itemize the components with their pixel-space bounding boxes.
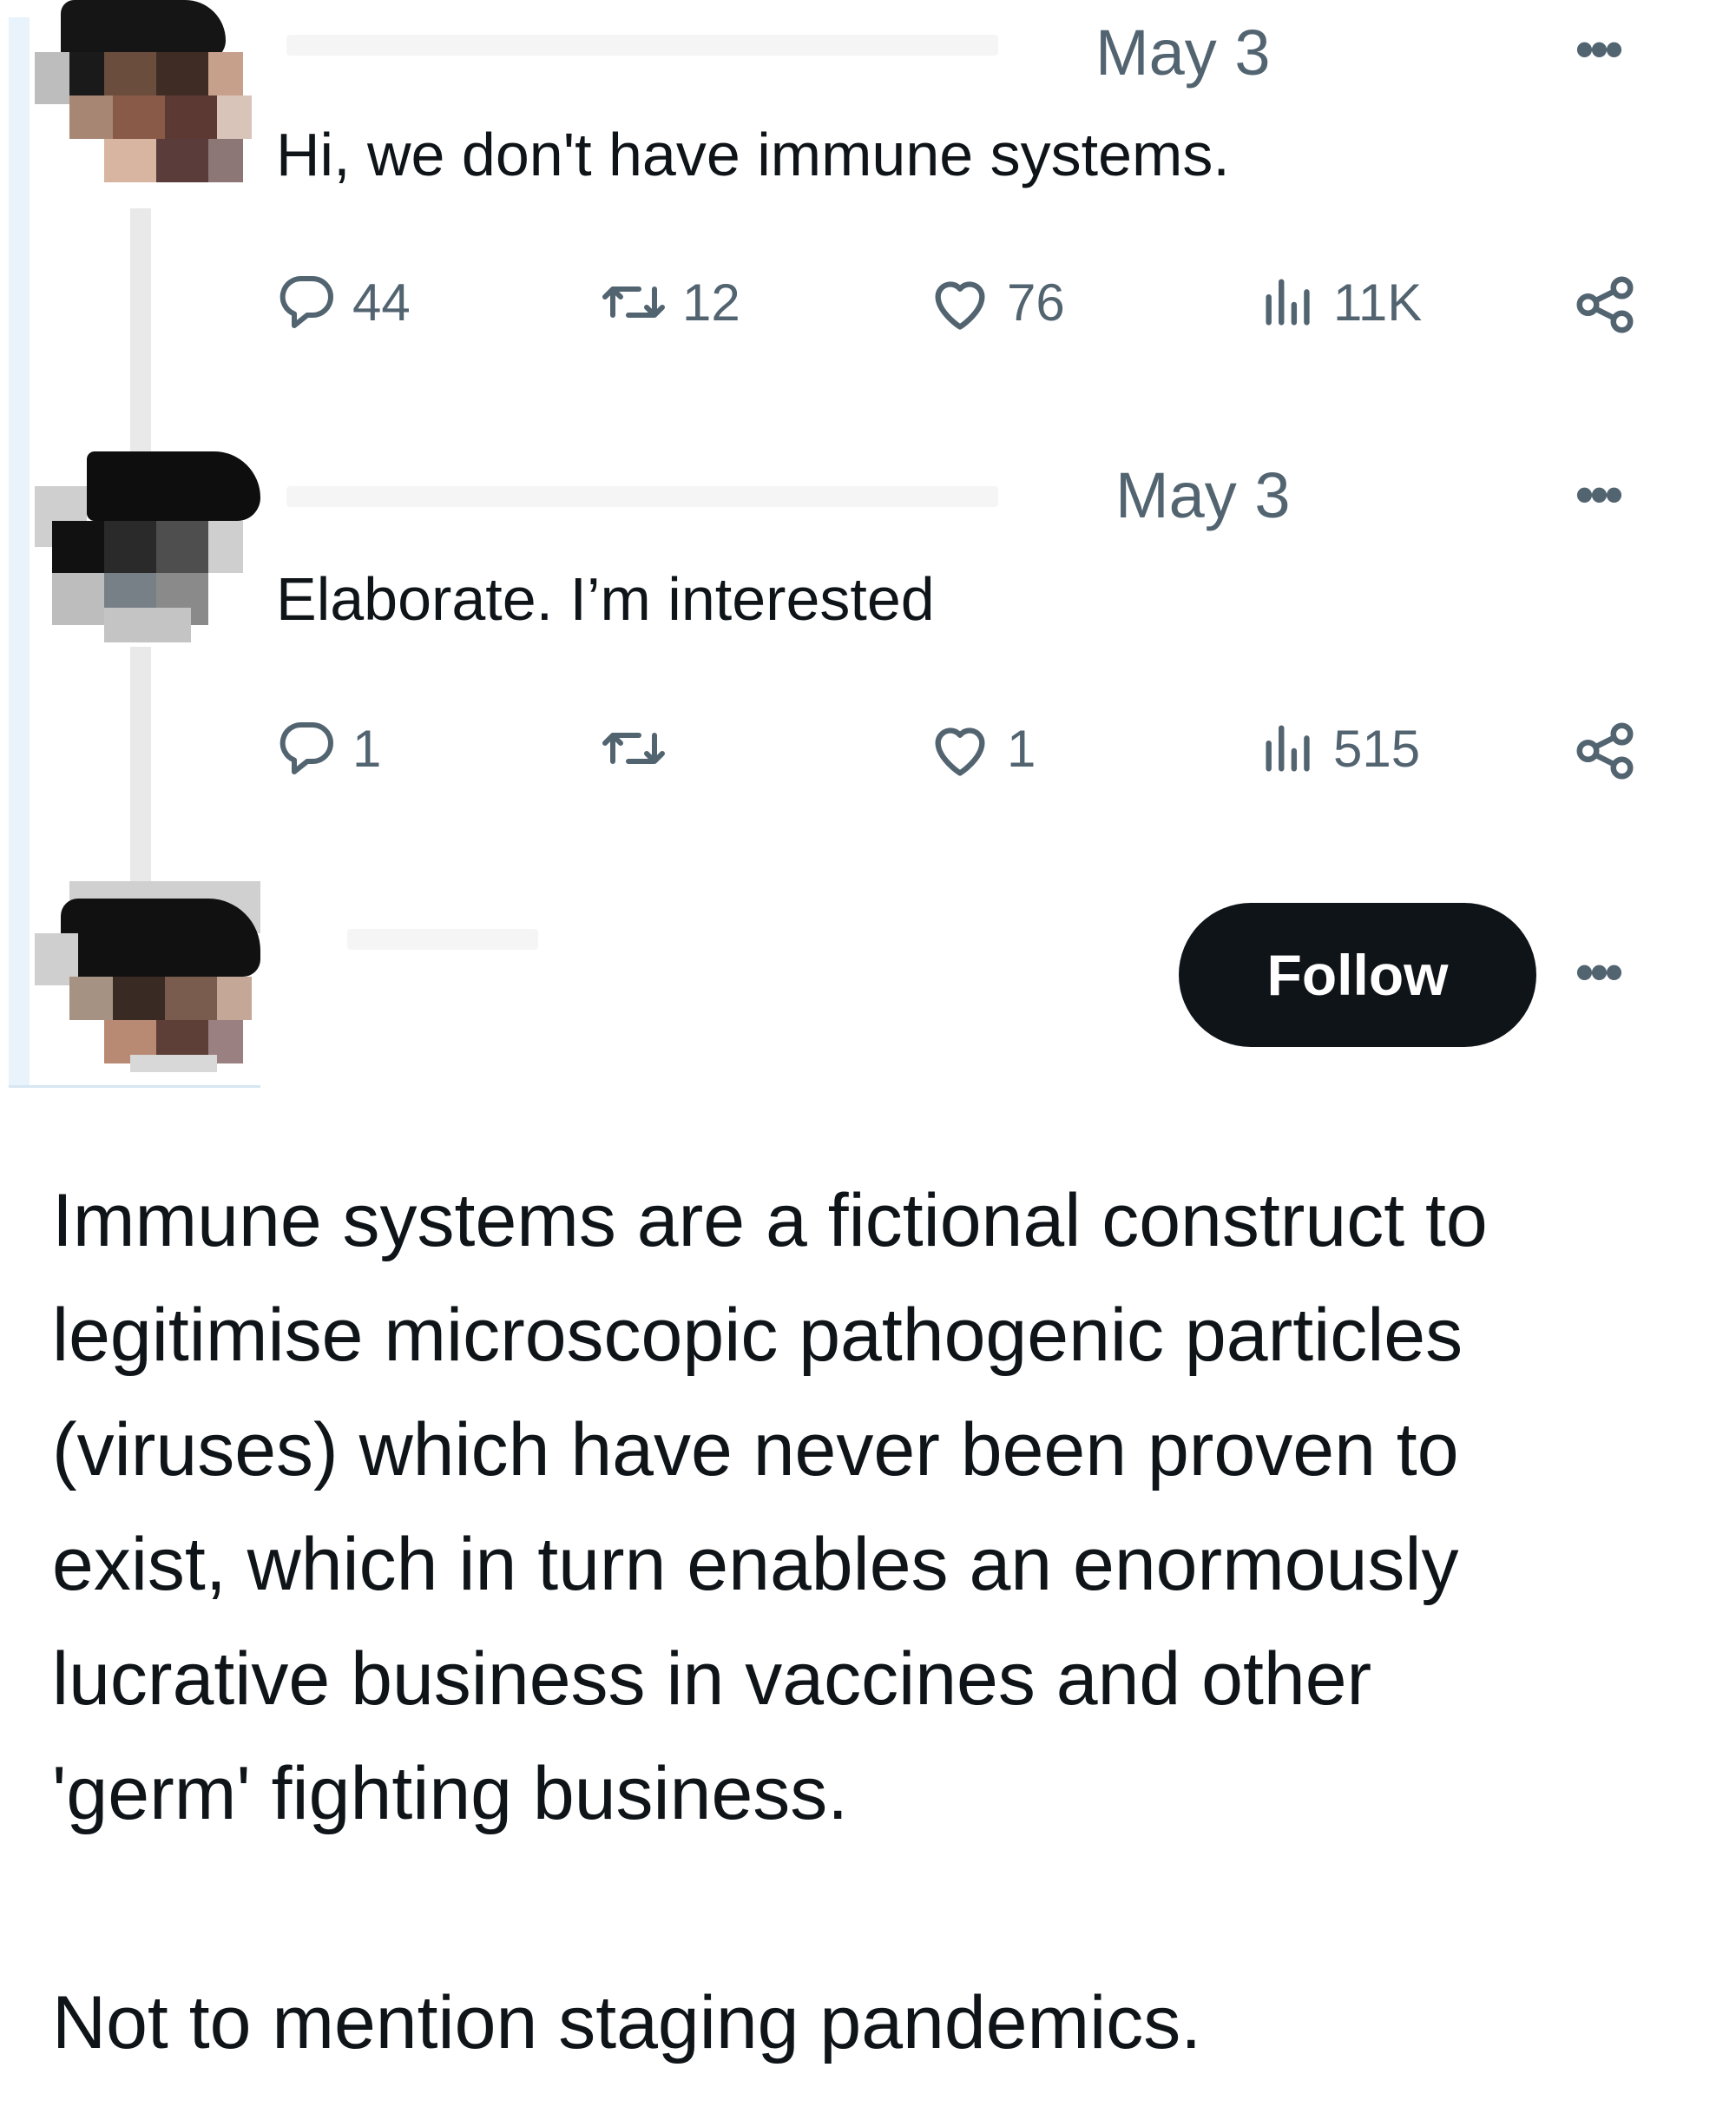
like-icon	[935, 281, 985, 330]
avatar[interactable]	[35, 881, 260, 1072]
more-options-button[interactable]: •••	[1575, 942, 1623, 1002]
reply-body: Immune systems are a fictional construct…	[52, 1163, 1701, 2080]
reply-count: 44	[352, 273, 411, 332]
post-date[interactable]: May 3	[1095, 16, 1271, 89]
repost-icon	[602, 286, 665, 318]
views-icon	[1266, 725, 1310, 772]
like-count: 1	[1007, 719, 1036, 778]
reply-paragraph: Not to mention staging pandemics.	[52, 1981, 1202, 2064]
repost-icon	[602, 733, 665, 764]
reply-button[interactable]: 44	[276, 271, 411, 333]
views-icon	[1266, 279, 1310, 326]
views-button[interactable]: 515	[1259, 717, 1420, 780]
thread-divider	[9, 1085, 260, 1088]
views-count: 515	[1333, 719, 1421, 778]
views-count: 11K	[1333, 273, 1423, 332]
views-button[interactable]: 11K	[1259, 271, 1422, 333]
post-text: Hi, we don't have immune systems.	[276, 121, 1230, 188]
reply-icon	[279, 275, 333, 328]
thread-connector	[130, 647, 151, 881]
more-options-button[interactable]: •••	[1575, 464, 1623, 524]
follow-button[interactable]: Follow	[1179, 903, 1536, 1047]
thread-line	[9, 17, 30, 1085]
more-options-button[interactable]: •••	[1575, 19, 1623, 79]
share-button[interactable]	[1571, 271, 1639, 339]
reply-paragraph: Immune systems are a fictional construct…	[52, 1179, 1488, 1835]
like-button[interactable]: 1	[927, 717, 1036, 780]
share-icon	[1576, 276, 1634, 333]
post-date[interactable]: May 3	[1115, 458, 1291, 532]
avatar[interactable]	[35, 0, 260, 191]
obscured-username	[347, 929, 538, 950]
obscured-username	[286, 35, 998, 56]
repost-button[interactable]	[599, 717, 682, 780]
avatar[interactable]	[35, 451, 260, 642]
reply-count: 1	[352, 719, 382, 778]
share-icon	[1576, 722, 1634, 780]
repost-count: 12	[682, 273, 740, 332]
post-text: Elaborate. I’m interested	[276, 565, 935, 633]
thread-connector	[130, 208, 151, 451]
share-button[interactable]	[1571, 717, 1639, 785]
reply-button[interactable]: 1	[276, 717, 381, 780]
repost-button[interactable]: 12	[599, 271, 740, 333]
like-count: 76	[1007, 273, 1065, 332]
obscured-username	[286, 486, 998, 507]
reply-icon	[279, 721, 333, 774]
like-icon	[935, 728, 985, 776]
like-button[interactable]: 76	[927, 271, 1065, 333]
